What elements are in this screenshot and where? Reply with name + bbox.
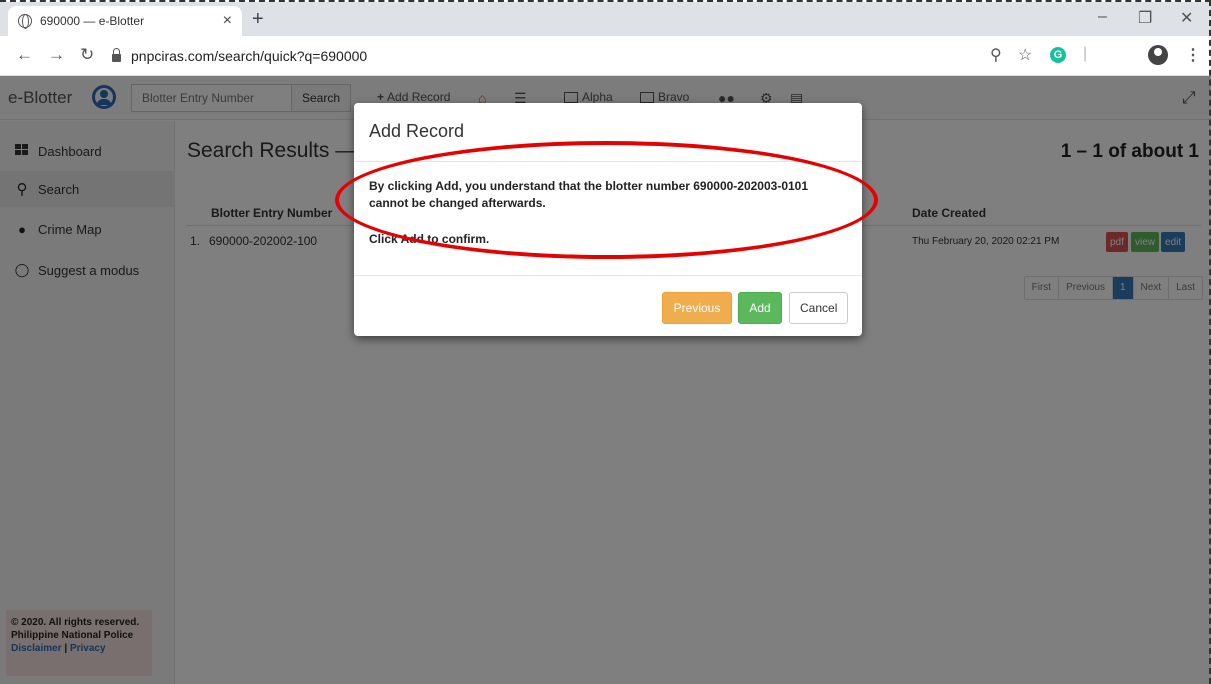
browser-tab-bar: 690000 — e-Blotter × + – ❐ ✕ [0, 2, 1211, 36]
modal-divider [354, 275, 862, 276]
close-window-icon[interactable]: ✕ [1180, 8, 1193, 28]
tab-title: 690000 — e-Blotter [40, 14, 145, 28]
cancel-button[interactable]: Cancel [789, 292, 848, 324]
modal-divider [354, 161, 862, 162]
add-button[interactable]: Add [738, 292, 782, 324]
back-icon[interactable]: ← [16, 45, 33, 65]
forward-icon[interactable]: → [48, 45, 65, 65]
zoom-icon[interactable]: ⚲ [990, 45, 1002, 65]
account-icon[interactable] [1148, 45, 1168, 65]
tab-close-icon[interactable]: × [223, 12, 232, 30]
dashed-border-top [0, 0, 1211, 2]
address-bar: ← → ↻ pnpciras.com/search/quick?q=690000… [0, 36, 1211, 76]
new-tab-icon[interactable]: + [252, 8, 264, 31]
page: 690000 — e-Blotter × + – ❐ ✕ ← → ↻ pnpci… [0, 0, 1211, 684]
modal-message: By clicking Add, you understand that the… [369, 179, 809, 210]
globe-icon [18, 14, 32, 29]
toolbar-divider: | [1083, 45, 1088, 62]
reload-icon[interactable]: ↻ [80, 45, 94, 65]
grammarly-icon[interactable]: G [1050, 47, 1066, 63]
minimize-icon[interactable]: – [1098, 8, 1107, 26]
lock-icon [112, 48, 121, 62]
restore-icon[interactable]: ❐ [1138, 8, 1152, 28]
add-record-modal: Add Record By clicking Add, you understa… [354, 103, 862, 336]
url-bar[interactable]: pnpciras.com/search/quick?q=690000 [112, 42, 1032, 70]
previous-button[interactable]: Previous [662, 292, 732, 324]
browser-tab[interactable]: 690000 — e-Blotter × [8, 6, 242, 36]
modal-confirm-text: Click Add to confirm. [369, 232, 490, 246]
url-text: pnpciras.com/search/quick?q=690000 [131, 48, 368, 64]
menu-kebab-icon[interactable]: ⋮ [1185, 45, 1201, 65]
bookmark-star-icon[interactable]: ☆ [1018, 45, 1032, 65]
modal-title: Add Record [369, 121, 465, 141]
